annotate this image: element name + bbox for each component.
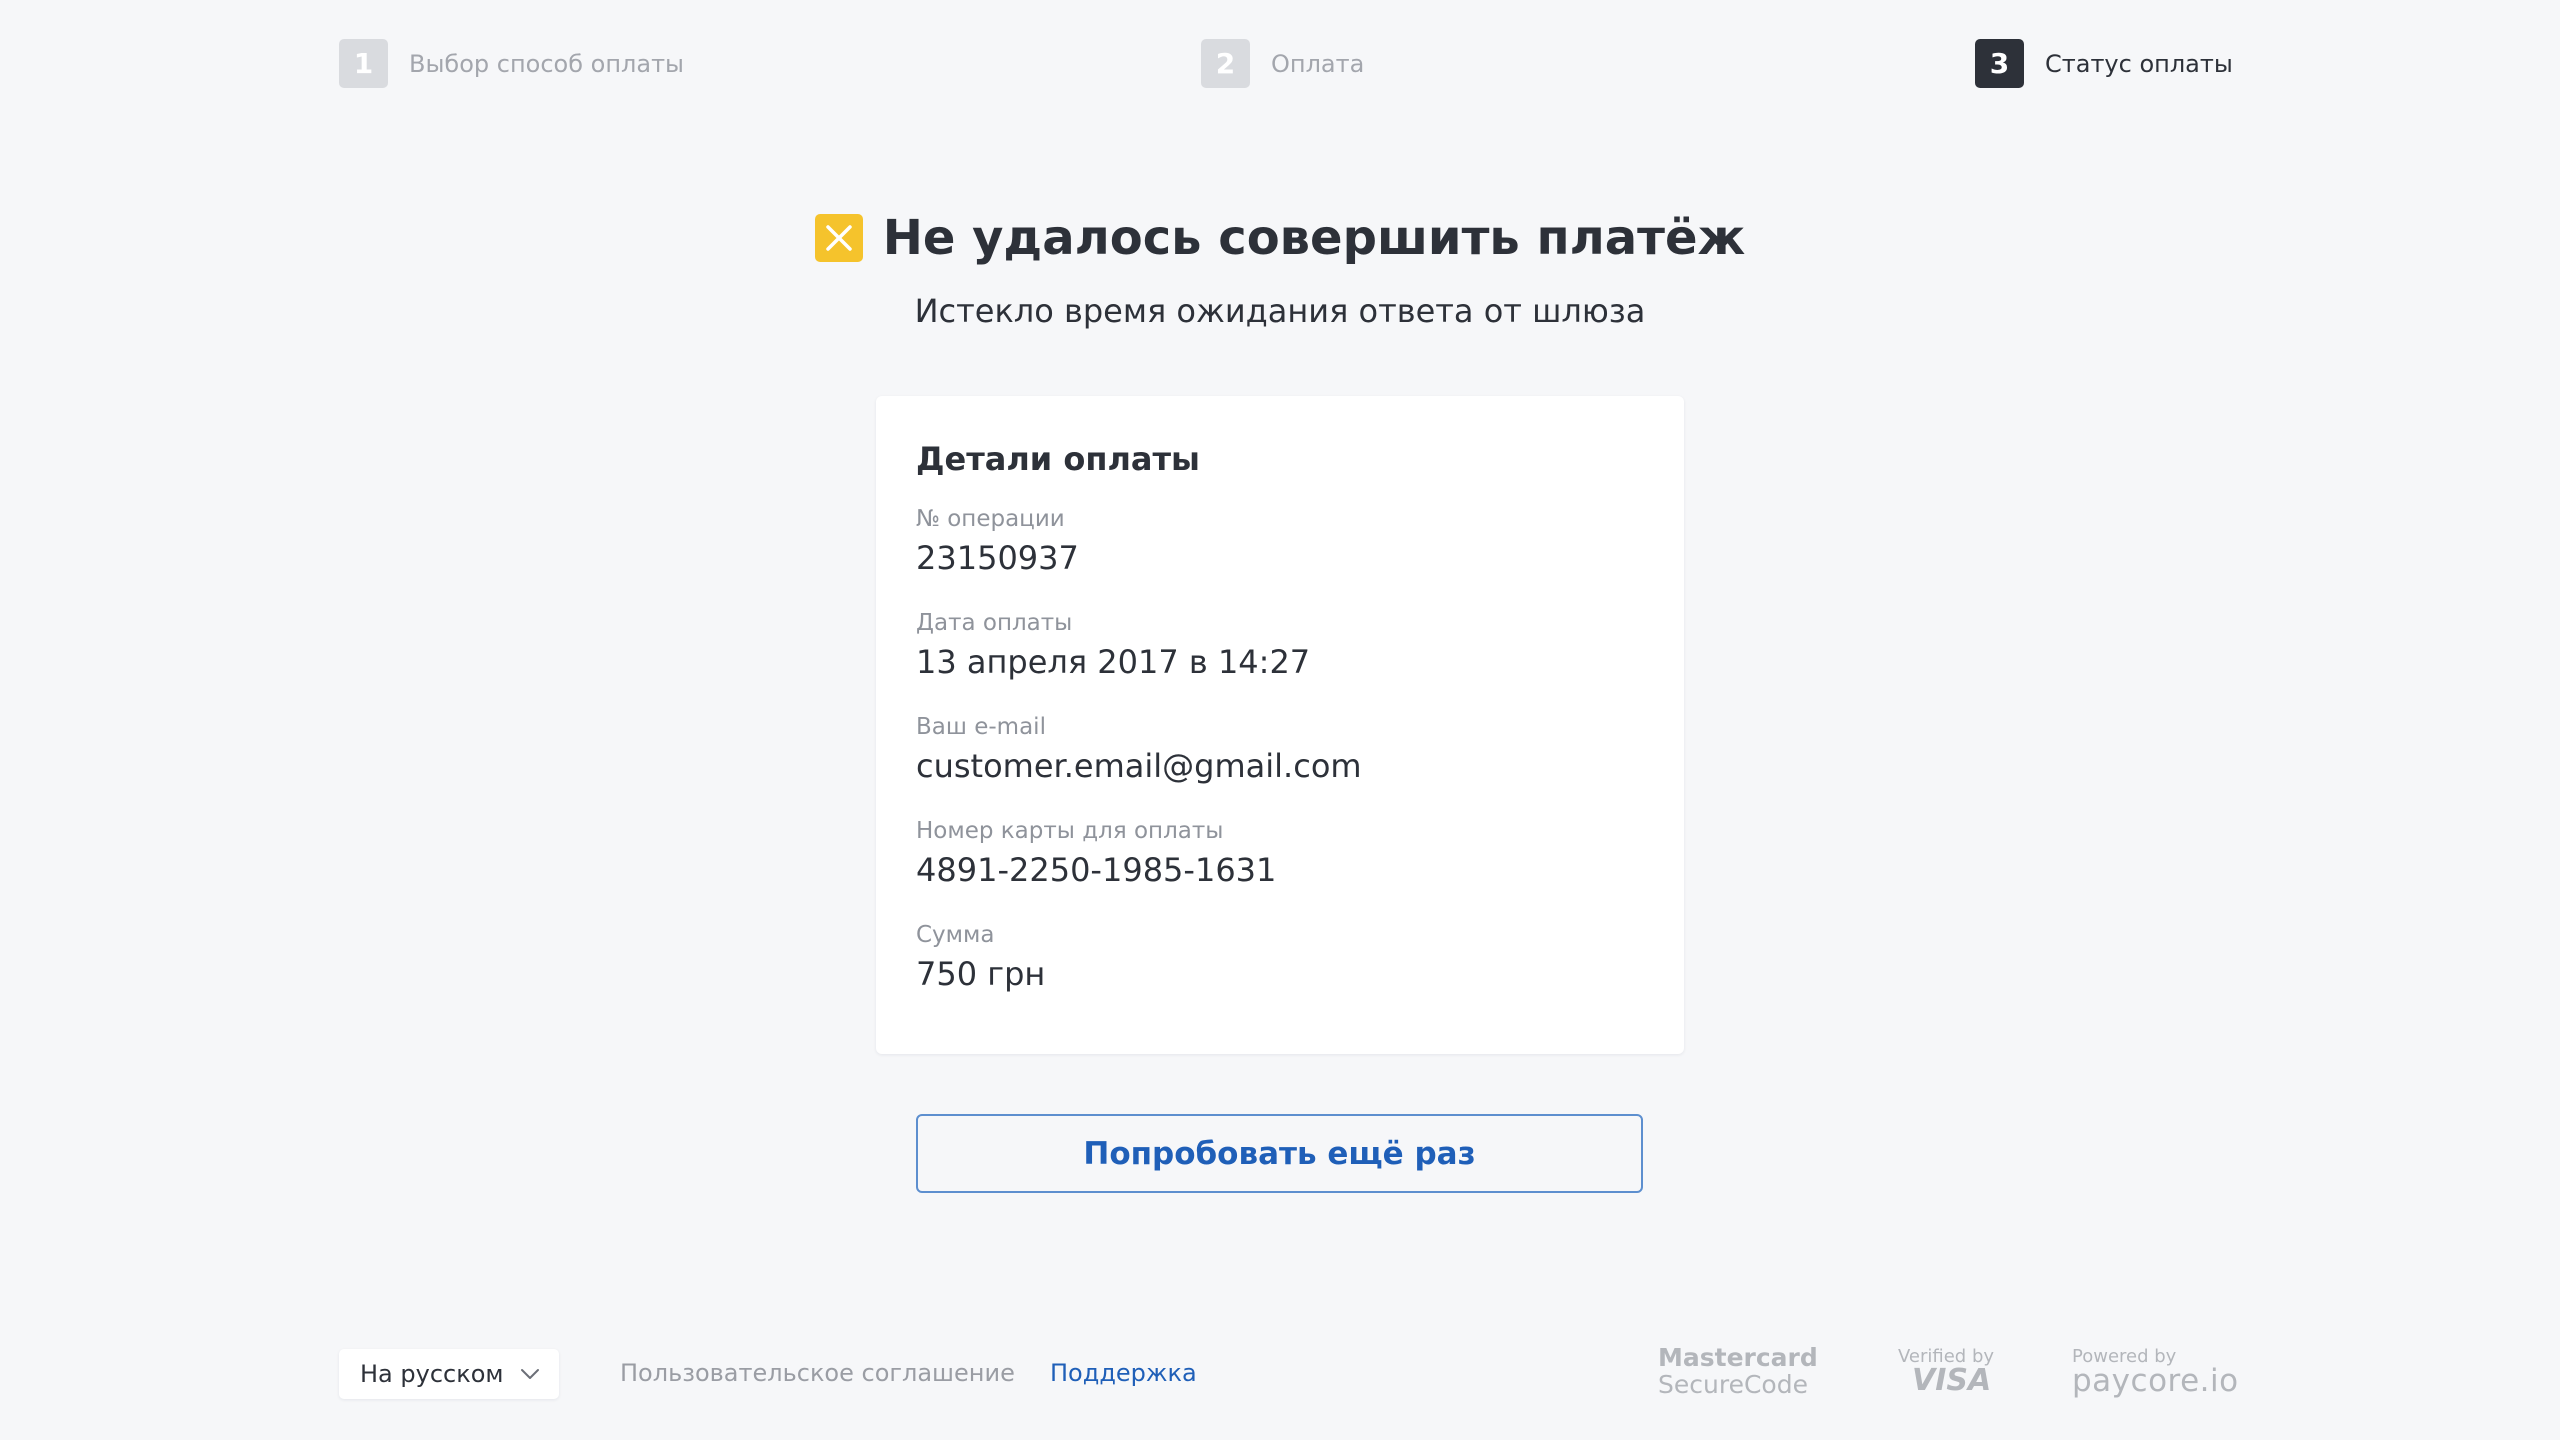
step-label: Оплата <box>1271 49 1365 78</box>
chevron-down-icon <box>521 1369 539 1379</box>
payment-details-card: Детали оплаты № операции 23150937 Дата о… <box>876 396 1684 1054</box>
detail-label: Сумма <box>916 922 995 948</box>
step-number-badge: 3 <box>1975 39 2024 88</box>
step-1-select-payment-method: 1 Выбор способ оплаты <box>339 39 684 88</box>
status-heading: Не удалось совершить платёж <box>0 210 2560 266</box>
status-message: Истекло время ожидания ответа от шлюза <box>914 292 1646 330</box>
badge-text: Mastercard <box>1658 1343 1818 1372</box>
detail-value: customer.email@gmail.com <box>916 747 1362 785</box>
language-select[interactable]: На русском <box>339 1349 559 1399</box>
close-icon <box>814 214 863 262</box>
page-title: Не удалось совершить платёж <box>882 210 1746 266</box>
detail-value: 750 грн <box>916 955 1046 993</box>
step-number-badge: 1 <box>339 39 388 88</box>
step-label: Статус оплаты <box>2045 49 2233 78</box>
badge-text: VISA <box>1912 1363 1992 1398</box>
step-2-payment: 2 Оплата <box>1201 39 1364 88</box>
powered-by-paycore-badge: Powered by paycore.io <box>2072 1347 2239 1399</box>
detail-email: Ваш e-mail customer.email@gmail.com <box>916 710 1644 814</box>
detail-label: № операции <box>916 506 1065 532</box>
mastercard-securecode-badge: Mastercard SecureCode <box>1658 1344 1818 1398</box>
detail-value: 4891-2250-1985-1631 <box>916 851 1277 889</box>
step-3-payment-status: 3 Статус оплаты <box>1975 39 2233 88</box>
badge-text: SecureCode <box>1658 1370 1808 1399</box>
detail-operation-number: № операции 23150937 <box>916 502 1644 606</box>
retry-button[interactable]: Попробовать ещё раз <box>916 1114 1643 1193</box>
card-title: Детали оплаты <box>916 440 1200 478</box>
detail-payment-date: Дата оплаты 13 апреля 2017 в 14:27 <box>916 606 1644 710</box>
detail-value: 23150937 <box>916 539 1079 577</box>
step-label: Выбор способ оплаты <box>409 49 684 78</box>
verified-by-visa-badge: Verified by VISA <box>1898 1347 1994 1398</box>
detail-label: Номер карты для оплаты <box>916 818 1224 844</box>
detail-card-number: Номер карты для оплаты 4891-2250-1985-16… <box>916 814 1644 918</box>
detail-label: Ваш e-mail <box>916 714 1046 740</box>
terms-link[interactable]: Пользовательское соглашение <box>620 1359 1015 1387</box>
language-select-value: На русском <box>360 1360 504 1388</box>
support-link[interactable]: Поддержка <box>1050 1359 1197 1387</box>
detail-amount: Сумма 750 грн <box>916 918 1644 1022</box>
step-number-badge: 2 <box>1201 39 1250 88</box>
detail-value: 13 апреля 2017 в 14:27 <box>916 643 1311 681</box>
badge-text: paycore.io <box>2072 1363 2239 1399</box>
detail-label: Дата оплаты <box>916 610 1073 636</box>
